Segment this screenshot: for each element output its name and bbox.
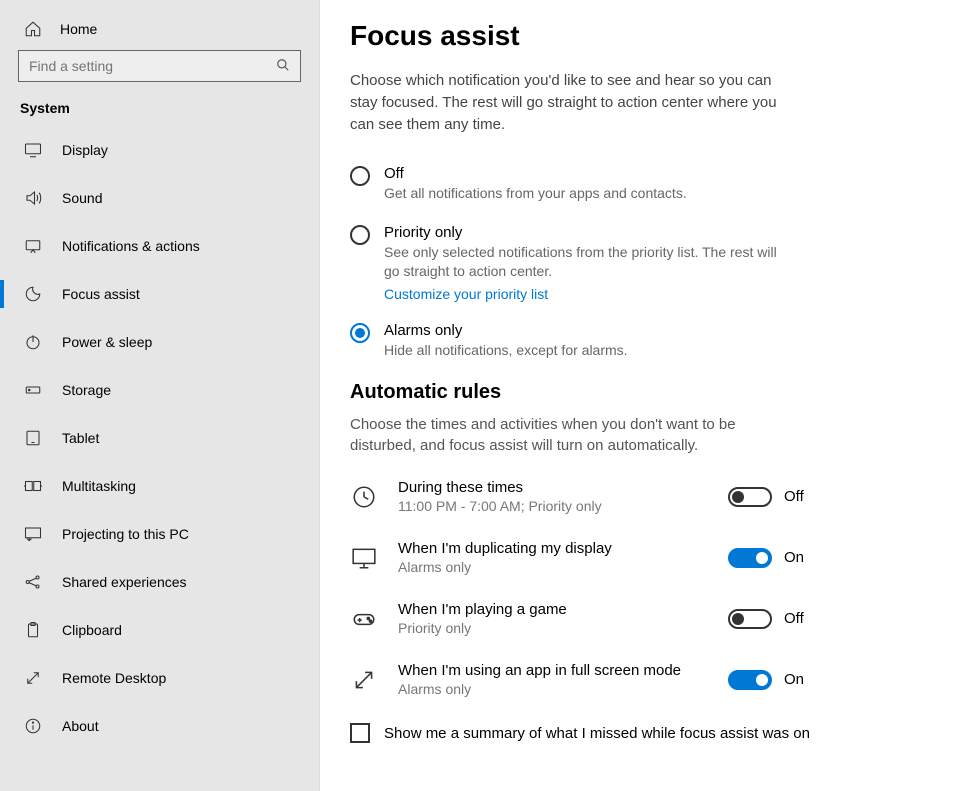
home-button[interactable]: Home <box>0 12 319 50</box>
sidebar-item-label: Display <box>62 142 108 158</box>
search-icon <box>276 58 290 75</box>
rule-game-title: When I'm playing a game <box>398 601 708 618</box>
monitor-icon <box>350 544 378 572</box>
radio-off[interactable]: Off Get all notifications from your apps… <box>350 165 790 204</box>
sidebar-item-multitasking[interactable]: Multitasking <box>0 462 319 510</box>
radio-off-sub: Get all notifications from your apps and… <box>384 184 790 204</box>
display-icon <box>24 141 42 159</box>
sidebar-item-tablet[interactable]: Tablet <box>0 414 319 462</box>
gamepad-icon <box>350 605 378 633</box>
rule-game-sub: Priority only <box>398 620 708 636</box>
sidebar-item-label: Projecting to this PC <box>62 526 189 542</box>
nav-list: Display Sound Notifications & actions Fo… <box>0 126 319 791</box>
sidebar-item-label: Shared experiences <box>62 574 187 590</box>
search-input[interactable] <box>29 58 276 74</box>
sidebar-item-notifications[interactable]: Notifications & actions <box>0 222 319 270</box>
sidebar-item-label: Sound <box>62 190 102 206</box>
radio-alarms-indicator <box>350 323 370 343</box>
sidebar-item-label: Tablet <box>62 430 99 446</box>
rules-sub: Choose the times and activities when you… <box>350 414 790 458</box>
radio-off-indicator <box>350 166 370 186</box>
page-title: Focus assist <box>350 20 916 52</box>
summary-checkbox-row[interactable]: Show me a summary of what I missed while… <box>350 723 916 743</box>
sidebar-item-label: Power & sleep <box>62 334 152 350</box>
rule-duplicating-toggle[interactable] <box>728 548 772 568</box>
about-icon <box>24 717 42 735</box>
sidebar-item-clipboard[interactable]: Clipboard <box>0 606 319 654</box>
sidebar-item-remote-desktop[interactable]: Remote Desktop <box>0 654 319 702</box>
search-input-wrap[interactable] <box>18 50 301 82</box>
sidebar: Home System Display Sound Notifica <box>0 0 320 791</box>
radio-off-title: Off <box>384 165 790 182</box>
rule-duplicating-title: When I'm duplicating my display <box>398 540 708 557</box>
sidebar-item-label: Clipboard <box>62 622 122 638</box>
rule-game[interactable]: When I'm playing a game Priority only Of… <box>350 601 810 636</box>
sidebar-item-label: About <box>62 718 99 734</box>
rule-duplicating[interactable]: When I'm duplicating my display Alarms o… <box>350 540 810 575</box>
content-area: Focus assist Choose which notification y… <box>320 0 956 791</box>
sidebar-item-shared-experiences[interactable]: Shared experiences <box>0 558 319 606</box>
clock-icon <box>350 483 378 511</box>
radio-alarms-sub: Hide all notifications, except for alarm… <box>384 341 790 361</box>
shared-icon <box>24 573 42 591</box>
sidebar-item-about[interactable]: About <box>0 702 319 750</box>
sidebar-item-projecting[interactable]: Projecting to this PC <box>0 510 319 558</box>
home-icon <box>24 20 42 38</box>
summary-checkbox[interactable] <box>350 723 370 743</box>
sidebar-item-power-sleep[interactable]: Power & sleep <box>0 318 319 366</box>
rule-fullscreen-sub: Alarms only <box>398 681 708 697</box>
rule-times[interactable]: During these times 11:00 PM - 7:00 AM; P… <box>350 479 810 514</box>
rule-times-sub: 11:00 PM - 7:00 AM; Priority only <box>398 498 708 514</box>
sidebar-item-label: Storage <box>62 382 111 398</box>
multitasking-icon <box>24 477 42 495</box>
rule-fullscreen-title: When I'm using an app in full screen mod… <box>398 662 708 679</box>
tablet-icon <box>24 429 42 447</box>
power-icon <box>24 333 42 351</box>
rule-fullscreen[interactable]: When I'm using an app in full screen mod… <box>350 662 810 697</box>
sidebar-item-label: Focus assist <box>62 286 140 302</box>
search-container <box>0 50 319 96</box>
sound-icon <box>24 189 42 207</box>
summary-checkbox-label: Show me a summary of what I missed while… <box>384 725 810 742</box>
sidebar-item-label: Remote Desktop <box>62 670 166 686</box>
fullscreen-icon <box>350 666 378 694</box>
radio-alarms-title: Alarms only <box>384 322 790 339</box>
rule-fullscreen-toggle[interactable] <box>728 670 772 690</box>
rule-duplicating-state: On <box>784 549 810 566</box>
notifications-icon <box>24 237 42 255</box>
sidebar-item-display[interactable]: Display <box>0 126 319 174</box>
rule-duplicating-sub: Alarms only <box>398 559 708 575</box>
clipboard-icon <box>24 621 42 639</box>
section-label: System <box>0 96 319 126</box>
radio-alarms[interactable]: Alarms only Hide all notifications, exce… <box>350 322 790 361</box>
radio-priority-indicator <box>350 225 370 245</box>
rule-times-title: During these times <box>398 479 708 496</box>
rule-game-toggle[interactable] <box>728 609 772 629</box>
customize-priority-link[interactable]: Customize your priority list <box>384 286 548 302</box>
rule-fullscreen-state: On <box>784 671 810 688</box>
sidebar-item-label: Multitasking <box>62 478 136 494</box>
projecting-icon <box>24 525 42 543</box>
sidebar-item-label: Notifications & actions <box>62 238 200 254</box>
sidebar-item-sound[interactable]: Sound <box>0 174 319 222</box>
page-description: Choose which notification you'd like to … <box>350 70 790 135</box>
rules-title: Automatic rules <box>350 381 916 404</box>
remote-desktop-icon <box>24 669 42 687</box>
home-label: Home <box>60 21 97 37</box>
storage-icon <box>24 381 42 399</box>
radio-priority-title: Priority only <box>384 224 790 241</box>
radio-priority[interactable]: Priority only See only selected notifica… <box>350 224 790 302</box>
rule-times-state: Off <box>784 488 810 505</box>
radio-priority-sub: See only selected notifications from the… <box>384 243 790 282</box>
rule-game-state: Off <box>784 610 810 627</box>
focus-assist-icon <box>24 285 42 303</box>
sidebar-item-focus-assist[interactable]: Focus assist <box>0 270 319 318</box>
sidebar-item-storage[interactable]: Storage <box>0 366 319 414</box>
rule-times-toggle[interactable] <box>728 487 772 507</box>
